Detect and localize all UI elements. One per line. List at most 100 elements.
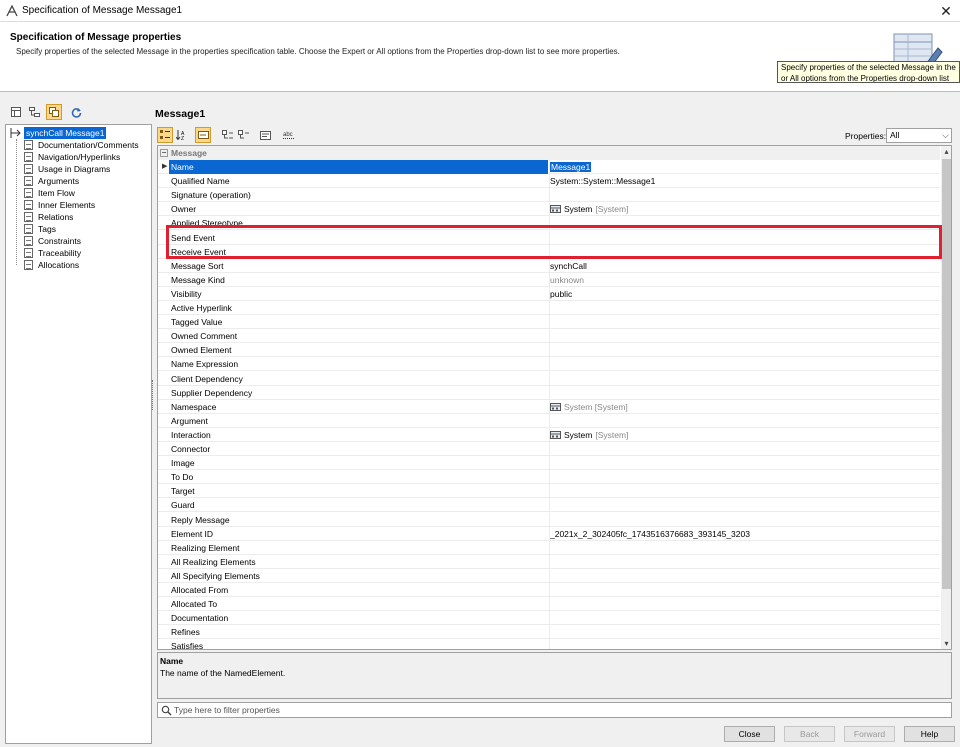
show-inherited-button[interactable] [46, 104, 62, 120]
tree-item-arguments[interactable]: Arguments [24, 175, 79, 187]
property-row-reply-message[interactable]: Reply Message [158, 512, 940, 527]
show-values-button[interactable] [195, 127, 211, 143]
collapse-toggle-icon[interactable]: − [160, 149, 168, 157]
property-value[interactable] [549, 315, 940, 330]
tree-item-documentation[interactable]: Documentation/Comments [24, 139, 139, 151]
spelling-button[interactable]: abc [281, 127, 297, 143]
property-value[interactable] [549, 456, 940, 471]
property-value[interactable] [549, 413, 940, 428]
scroll-down-icon[interactable]: ▾ [941, 638, 951, 649]
property-value[interactable] [549, 484, 940, 499]
tree-item-constraints[interactable]: Constraints [24, 235, 81, 247]
scroll-up-icon[interactable]: ▴ [941, 146, 951, 157]
collapse-button[interactable] [235, 127, 251, 143]
property-row-tagged-value[interactable]: Tagged Value [158, 315, 940, 330]
tree-item-tags[interactable]: Tags [24, 223, 56, 235]
property-value[interactable] [549, 385, 940, 400]
property-value[interactable]: System [System] [549, 427, 940, 442]
property-value[interactable] [549, 625, 940, 640]
refresh-button[interactable] [68, 104, 84, 120]
panel-splitter[interactable] [152, 380, 155, 410]
property-value[interactable]: System::System::Message1 [549, 174, 940, 189]
property-value[interactable] [549, 639, 940, 649]
property-value[interactable] [549, 568, 940, 583]
property-row-realizing-element[interactable]: Realizing Element [158, 540, 940, 555]
property-row-allocated-to[interactable]: Allocated To [158, 597, 940, 612]
property-value[interactable] [549, 512, 940, 527]
property-value[interactable]: System [System] [549, 399, 940, 414]
help-button[interactable]: Help [904, 726, 955, 742]
property-row-element-id[interactable]: Element ID _2021x_2_302405fc_174351637668… [158, 526, 940, 541]
property-row-message-kind[interactable]: Message Kind unknown [158, 272, 940, 287]
property-row-refines[interactable]: Refines [158, 625, 940, 640]
property-value[interactable] [549, 357, 940, 372]
property-value[interactable] [549, 188, 940, 203]
sort-button[interactable]: AZ [173, 127, 189, 143]
close-button[interactable]: Close [724, 726, 775, 742]
expand-button[interactable] [219, 127, 235, 143]
property-value[interactable]: System [System] [549, 202, 940, 217]
property-row-all-realizing-elements[interactable]: All Realizing Elements [158, 554, 940, 569]
property-value[interactable] [549, 442, 940, 456]
forward-button[interactable]: Forward [844, 726, 895, 742]
tree-item-traceability[interactable]: Traceability [24, 247, 81, 259]
property-row-owned-comment[interactable]: Owned Comment [158, 329, 940, 344]
property-row-owner[interactable]: Owner System [System] [158, 202, 940, 217]
properties-dropdown[interactable]: All ⌵ [886, 128, 952, 143]
property-row-visibility[interactable]: Visibility public [158, 286, 940, 301]
property-value[interactable] [549, 301, 940, 315]
property-row-to-do[interactable]: To Do [158, 470, 940, 485]
property-value[interactable] [549, 540, 940, 555]
property-value[interactable]: Message1... [549, 160, 940, 174]
group-header-message[interactable]: − Message [158, 146, 940, 160]
property-value[interactable] [549, 470, 940, 485]
tree-root-item[interactable]: synchCall Message1 [10, 127, 107, 139]
property-row-documentation[interactable]: Documentation [158, 611, 940, 626]
property-value[interactable] [549, 611, 940, 626]
tree-item-item-flow[interactable]: Item Flow [24, 187, 75, 199]
property-row-image[interactable]: Image [158, 456, 940, 471]
tree-item-relations[interactable]: Relations [24, 211, 73, 223]
property-value[interactable] [549, 597, 940, 612]
property-value[interactable] [549, 583, 940, 597]
property-row-name[interactable]: ▶NameMessage1... [158, 160, 940, 175]
vertical-scrollbar[interactable]: ▴ ▾ [941, 146, 951, 649]
property-value[interactable] [549, 343, 940, 358]
property-value[interactable] [549, 371, 940, 386]
property-row-connector[interactable]: Connector [158, 442, 940, 457]
property-row-satisfies[interactable]: Satisfies [158, 639, 940, 649]
property-row-guard[interactable]: Guard [158, 498, 940, 513]
property-row-all-specifying-elements[interactable]: All Specifying Elements [158, 568, 940, 583]
scrollbar-thumb[interactable] [942, 159, 951, 589]
property-value[interactable] [549, 554, 940, 569]
property-row-supplier-dependency[interactable]: Supplier Dependency [158, 385, 940, 400]
property-value[interactable]: synchCall [549, 258, 940, 273]
description-toggle-button[interactable] [257, 127, 273, 143]
show-tree-view-button[interactable] [8, 104, 24, 120]
property-row-allocated-from[interactable]: Allocated From [158, 583, 940, 598]
property-row-name-expression[interactable]: Name Expression [158, 357, 940, 372]
property-row-client-dependency[interactable]: Client Dependency [158, 371, 940, 386]
property-value[interactable]: unknown [549, 272, 940, 287]
property-row-target[interactable]: Target [158, 484, 940, 499]
tree-item-allocations[interactable]: Allocations [24, 259, 79, 271]
filter-input[interactable] [174, 704, 934, 716]
property-value[interactable]: _2021x_2_302405fc_1743516376683_393145_3… [549, 526, 940, 541]
property-value[interactable] [549, 498, 940, 513]
property-row-message-sort[interactable]: Message Sort synchCall [158, 258, 940, 273]
property-value[interactable]: public [549, 286, 940, 301]
tree-item-navigation[interactable]: Navigation/Hyperlinks [24, 151, 120, 163]
property-row-active-hyperlink[interactable]: Active Hyperlink [158, 301, 940, 316]
property-row-owned-element[interactable]: Owned Element [158, 343, 940, 358]
back-button[interactable]: Back [784, 726, 835, 742]
property-row-argument[interactable]: Argument [158, 413, 940, 428]
property-row-signature-operation[interactable]: Signature (operation) [158, 188, 940, 203]
property-row-namespace[interactable]: Namespace System [System] [158, 399, 940, 414]
close-window-icon[interactable]: ✕ [938, 3, 954, 19]
categorized-view-button[interactable] [157, 127, 173, 143]
tree-item-usage-in-diagrams[interactable]: Usage in Diagrams [24, 163, 110, 175]
property-row-interaction[interactable]: Interaction System [System] [158, 427, 940, 442]
property-row-qualified-name[interactable]: Qualified Name System::System::Message1 [158, 174, 940, 189]
hierarchy-button[interactable] [26, 104, 42, 120]
tree-item-inner-elements[interactable]: Inner Elements [24, 199, 95, 211]
